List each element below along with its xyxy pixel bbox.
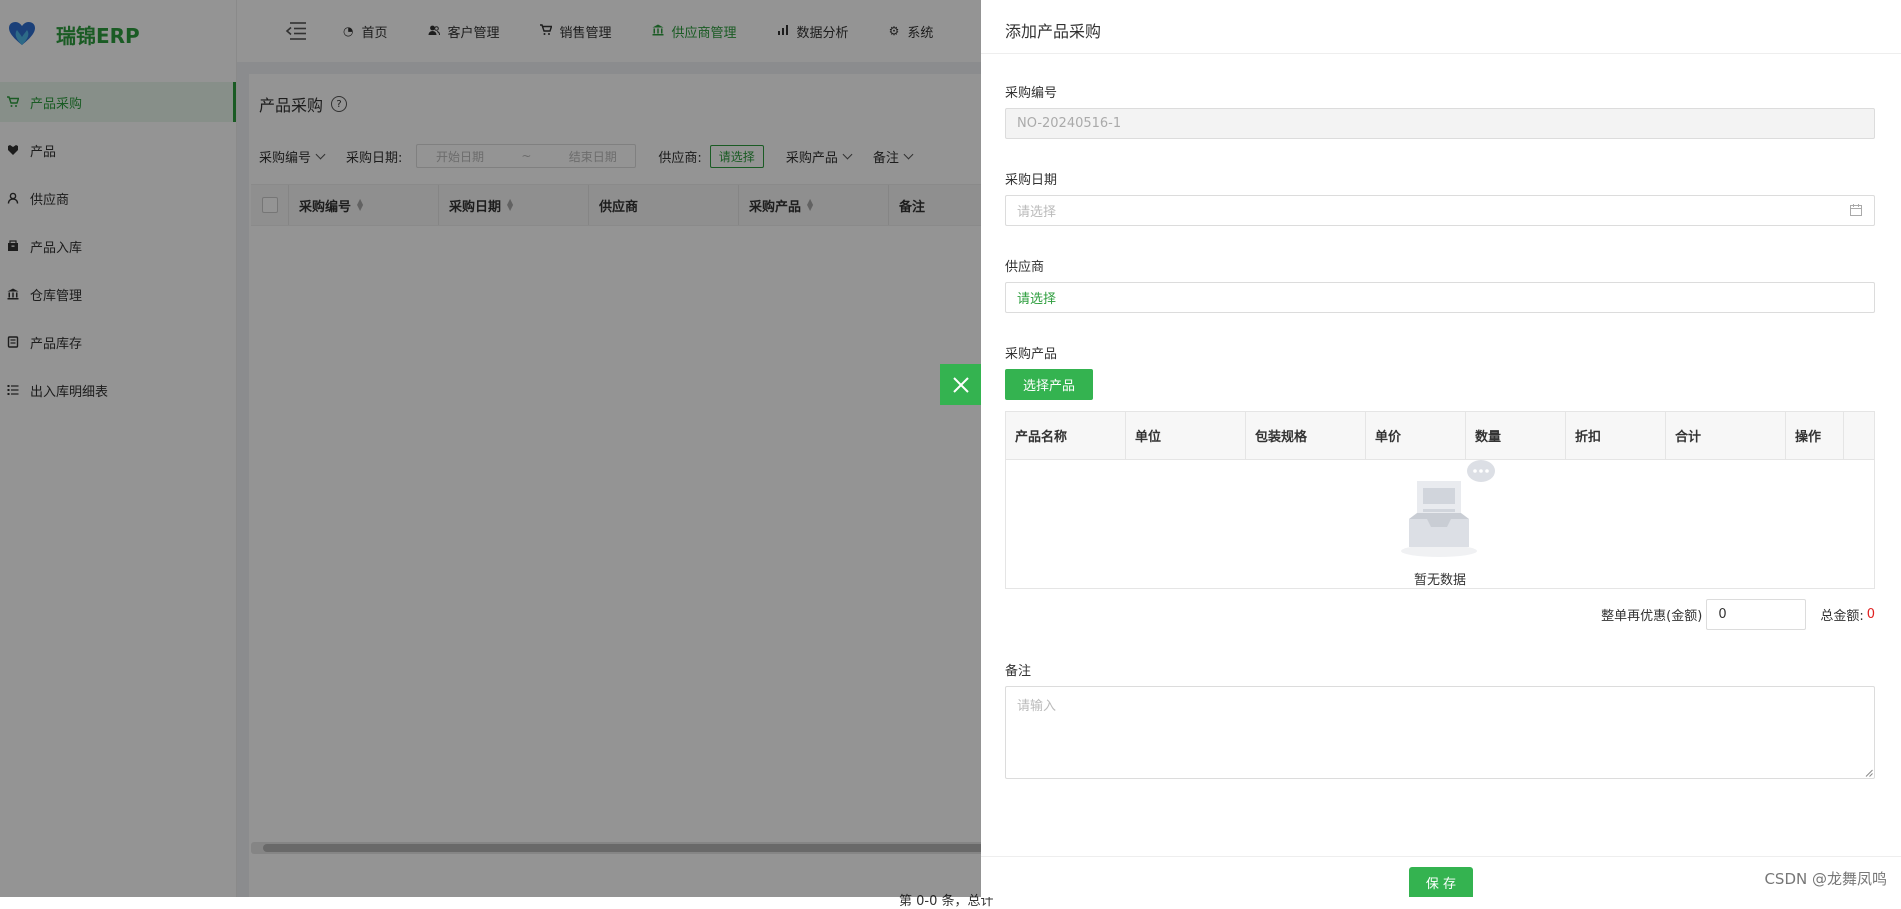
discount-value: 0 (1718, 607, 1727, 622)
empty-inbox-icon (1401, 460, 1495, 557)
col-header-subtotal: 合计 (1666, 412, 1786, 459)
divider (981, 856, 1901, 857)
col-header-actions: 操作 (1786, 412, 1844, 459)
product-table-header: 产品名称 单位 包装规格 单价 数量 折扣 合计 操作 (1006, 412, 1874, 460)
col-header-product-name: 产品名称 (1006, 412, 1126, 459)
calendar-icon (1850, 204, 1862, 216)
col-header-unit-price: 单价 (1366, 412, 1466, 459)
col-header-package-spec: 包装规格 (1246, 412, 1366, 459)
save-button[interactable]: 保 存 (1409, 867, 1473, 897)
remark-placeholder: 请输入 (1017, 699, 1057, 714)
discount-input[interactable]: 0 (1706, 599, 1807, 630)
purchase-date-label: 采购日期 (1005, 173, 1058, 188)
total-label: 总金额: (1820, 609, 1864, 624)
remark-textarea[interactable]: 请输入 (1005, 686, 1875, 779)
add-purchase-drawer: 添加产品采购 采购编号 NO-20240516-1 采购日期 请选择 供应商 请… (981, 0, 1901, 897)
purchase-no-value: NO-20240516-1 (1017, 116, 1122, 131)
product-table: 产品名称 单位 包装规格 单价 数量 折扣 合计 操作 暂无数据 (1005, 411, 1875, 589)
col-header-discount: 折扣 (1566, 412, 1666, 459)
products-label: 采购产品 (1005, 347, 1058, 362)
resize-grip-icon[interactable] (1865, 769, 1873, 777)
purchase-no-label: 采购编号 (1005, 86, 1058, 101)
purchase-date-placeholder: 请选择 (1017, 205, 1057, 220)
divider (981, 53, 1901, 54)
supplier-select[interactable]: 请选择 (1005, 282, 1875, 313)
discount-label: 整单再优惠(金额) (1601, 609, 1703, 624)
select-product-button[interactable]: 选择产品 (1005, 369, 1093, 400)
col-header-unit: 单位 (1126, 412, 1246, 459)
empty-state-text: 暂无数据 (1413, 573, 1466, 588)
supplier-label: 供应商 (1005, 260, 1045, 275)
drawer-title: 添加产品采购 (1005, 22, 1102, 41)
supplier-placeholder: 请选择 (1017, 292, 1057, 307)
purchase-no-input: NO-20240516-1 (1005, 108, 1875, 139)
close-icon (952, 376, 969, 393)
watermark: CSDN @龙舞凤鸣 (1764, 870, 1887, 888)
col-header-quantity: 数量 (1466, 412, 1566, 459)
total-value: 0 (1866, 607, 1875, 622)
drawer-close-button[interactable] (940, 364, 981, 405)
empty-state: 暂无数据 (1006, 459, 1874, 588)
purchase-date-picker[interactable]: 请选择 (1005, 195, 1875, 226)
remark-label: 备注 (1005, 664, 1032, 679)
col-header-spacer (1844, 412, 1874, 459)
discount-row: 整单再优惠(金额) 0 总金额: 0 (1601, 599, 1875, 630)
